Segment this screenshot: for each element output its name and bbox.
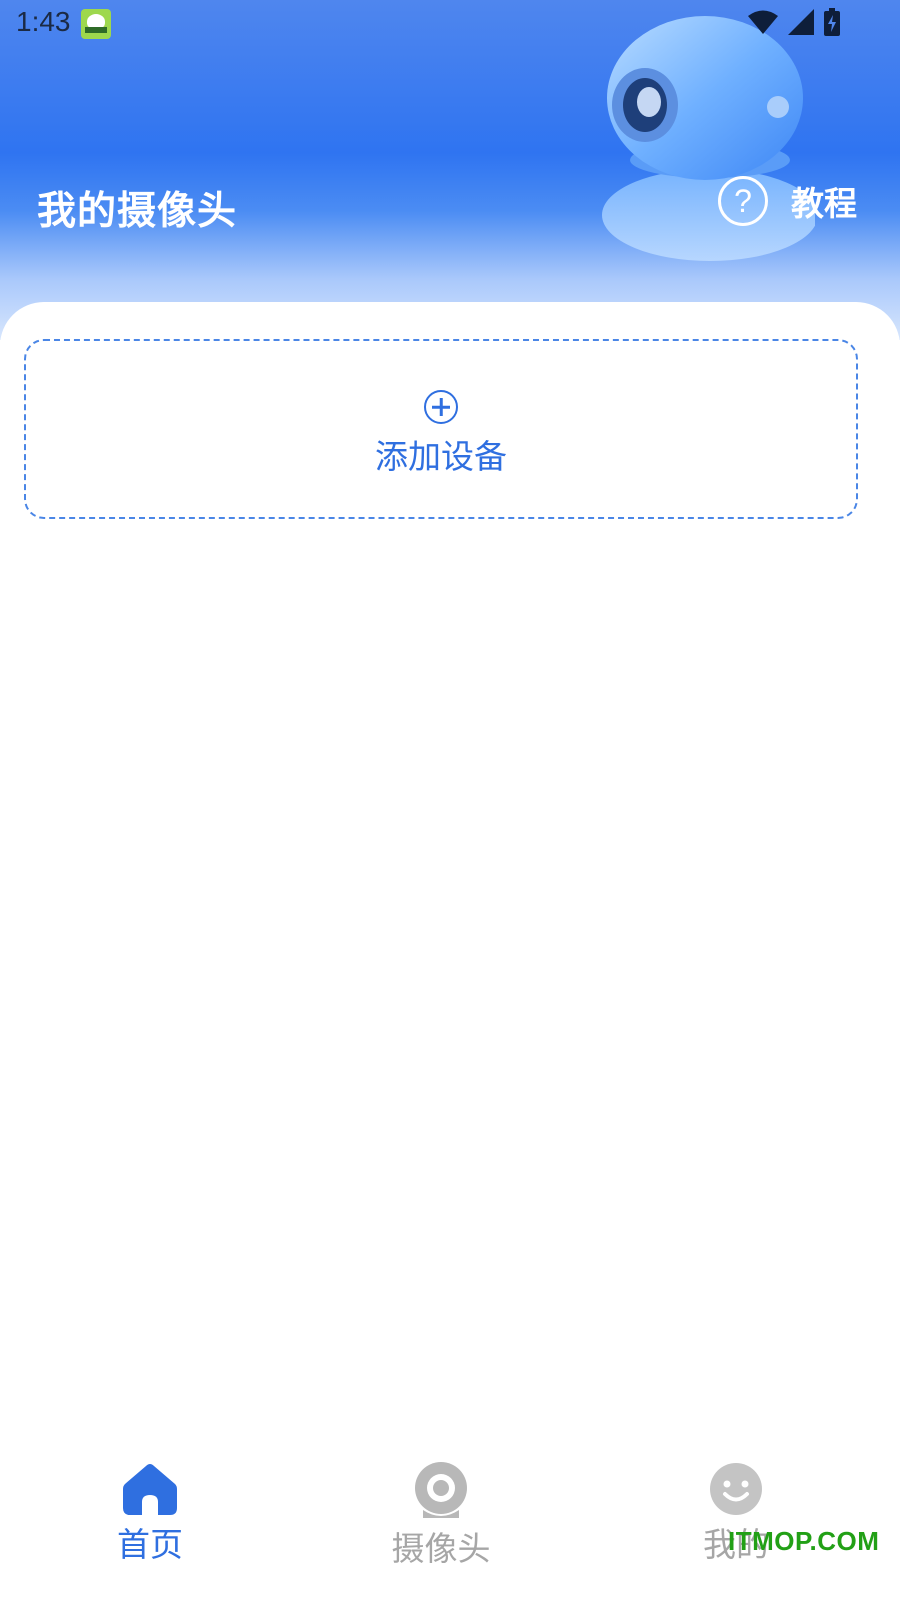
status-time: 1:43 <box>16 6 71 37</box>
bottom-tab-bar: 首页 摄像头 我的 <box>0 1440 900 1600</box>
tab-camera[interactable]: 摄像头 <box>341 1462 541 1570</box>
smiley-face-icon <box>710 1463 762 1515</box>
home-icon <box>123 1464 177 1515</box>
tutorial-button[interactable]: ? 教程 <box>718 176 857 226</box>
question-mark-icon: ? <box>718 176 768 226</box>
app-notification-icon <box>81 9 111 39</box>
tutorial-label: 教程 <box>791 184 857 223</box>
page-title: 我的摄像头 <box>37 189 238 234</box>
tab-home-label: 首页 <box>117 1525 183 1564</box>
camera-icon <box>415 1462 467 1518</box>
watermark: ITMOP.COM <box>728 1526 880 1556</box>
wifi-icon <box>748 10 778 34</box>
plus-circle-icon <box>424 390 458 424</box>
header: 1:43 我的摄像头 ? 教程 <box>0 0 900 340</box>
tab-home[interactable]: 首页 <box>50 1462 250 1566</box>
add-device-button[interactable]: 添加设备 <box>24 339 858 519</box>
battery-icon <box>824 8 840 36</box>
status-icons <box>748 8 840 36</box>
status-bar: 1:43 <box>0 0 900 48</box>
cellular-signal-icon <box>788 9 814 35</box>
content-panel: 添加设备 <box>0 302 900 1442</box>
tab-camera-label: 摄像头 <box>391 1529 491 1568</box>
camera-illustration <box>602 16 815 261</box>
add-device-label: 添加设备 <box>375 437 507 476</box>
